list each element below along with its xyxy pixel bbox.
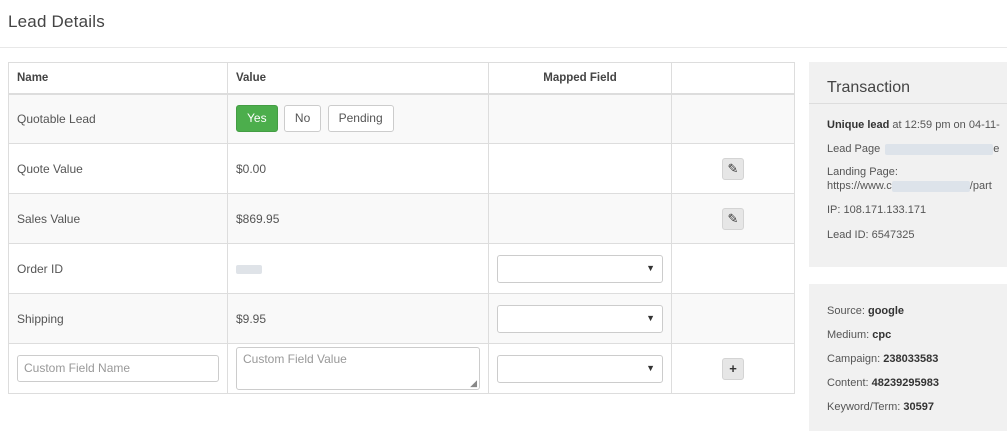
medium-line: Medium: cpc bbox=[827, 328, 1007, 342]
redacted-value bbox=[236, 264, 262, 274]
edit-quote-value-button[interactable]: ✎ bbox=[722, 157, 744, 180]
no-button[interactable]: No bbox=[283, 105, 322, 133]
custom-field-value-textarea[interactable]: Custom Field Value ◢ bbox=[236, 347, 480, 390]
caret-down-icon: ▼ bbox=[646, 262, 655, 273]
lead-page-line: Lead Page e bbox=[827, 142, 1007, 156]
table-row: Shipping $9.95 ▼ bbox=[8, 293, 795, 344]
content-value: 48239295983 bbox=[871, 377, 939, 389]
quotable-lead-options: Yes No Pending bbox=[227, 93, 489, 144]
mapped-field-cell bbox=[488, 93, 672, 144]
landing-page-prefix: https://www.c bbox=[827, 180, 892, 192]
unique-lead-time: at 12:59 pm on 04-11- bbox=[889, 119, 1000, 131]
resize-grip-icon[interactable]: ◢ bbox=[470, 378, 477, 389]
row-label: Shipping bbox=[8, 293, 228, 344]
action-cell: + bbox=[671, 343, 795, 394]
mapped-field-select[interactable]: ▼ bbox=[497, 254, 663, 283]
custom-name-cell: Custom Field Name bbox=[8, 343, 228, 394]
landing-page-tail: /part bbox=[969, 180, 992, 192]
landing-page-line: https://www.c/part bbox=[827, 179, 1007, 193]
pencil-icon: ✎ bbox=[727, 160, 739, 176]
mapped-field-cell: ▼ bbox=[488, 293, 672, 344]
source-value: google bbox=[867, 305, 905, 317]
mapped-field-cell: ▼ bbox=[488, 343, 672, 394]
medium-label: Medium: bbox=[827, 329, 873, 341]
table-header-row: Name Value Mapped Field bbox=[8, 62, 795, 95]
row-label: Quote Value bbox=[8, 143, 228, 194]
campaign-value: 238033583 bbox=[883, 353, 939, 365]
mapped-field-select[interactable]: ▼ bbox=[497, 304, 663, 333]
campaign-line: Campaign: 238033583 bbox=[827, 352, 1007, 366]
row-value-redacted bbox=[227, 243, 489, 294]
action-cell bbox=[671, 93, 795, 144]
plus-icon: + bbox=[729, 360, 737, 376]
transaction-title: Transaction bbox=[809, 62, 1007, 104]
content-line: Content: 48239295983 bbox=[827, 376, 1007, 390]
medium-value: cpc bbox=[872, 329, 892, 341]
table-row: Sales Value $869.95 ✎ bbox=[8, 193, 795, 244]
action-cell bbox=[671, 243, 795, 294]
keyword-value: 30597 bbox=[903, 401, 935, 413]
keyword-line: Keyword/Term: 30597 bbox=[827, 400, 1007, 414]
row-value: $869.95 bbox=[227, 193, 489, 244]
custom-value-cell: Custom Field Value ◢ bbox=[227, 343, 489, 394]
mapped-field-cell: ▼ bbox=[488, 243, 672, 294]
custom-field-name-input[interactable]: Custom Field Name bbox=[17, 355, 219, 382]
ip-address: IP: 108.171.133.171 bbox=[827, 204, 927, 216]
lead-id: Lead ID: 6547325 bbox=[827, 229, 915, 241]
transaction-panel: Transaction Unique lead at 12:59 pm on 0… bbox=[809, 62, 1007, 267]
edit-sales-value-button[interactable]: ✎ bbox=[722, 207, 744, 230]
unique-lead-line: Unique lead at 12:59 pm on 04-11- bbox=[827, 118, 1007, 132]
page-title: Lead Details bbox=[8, 12, 105, 31]
custom-field-value-placeholder: Custom Field Value bbox=[243, 352, 347, 366]
table-row: Quotable Lead Yes No Pending bbox=[8, 93, 795, 144]
action-cell bbox=[671, 293, 795, 344]
mapped-field-cell bbox=[488, 143, 672, 194]
pencil-icon: ✎ bbox=[727, 210, 739, 226]
header-name: Name bbox=[8, 62, 228, 95]
row-label: Sales Value bbox=[8, 193, 228, 244]
header-actions bbox=[671, 62, 795, 95]
source-label: Source: bbox=[827, 305, 868, 317]
row-value: $9.95 bbox=[227, 293, 489, 344]
lead-details-table: Name Value Mapped Field Quotable Lead Ye… bbox=[8, 62, 795, 394]
content-label: Content: bbox=[827, 377, 872, 389]
redacted-url bbox=[885, 143, 994, 155]
action-cell: ✎ bbox=[671, 143, 795, 194]
row-label: Quotable Lead bbox=[8, 93, 228, 144]
unique-lead-label: Unique lead bbox=[827, 119, 890, 131]
caret-down-icon: ▼ bbox=[646, 312, 655, 323]
header-value: Value bbox=[227, 62, 489, 95]
keyword-label: Keyword/Term: bbox=[827, 401, 904, 413]
source-line: Source: google bbox=[827, 304, 1007, 318]
lead-page-label: Lead Page bbox=[827, 143, 881, 155]
redacted-url bbox=[891, 180, 970, 192]
table-row: Order ID ▼ bbox=[8, 243, 795, 294]
title-divider bbox=[0, 47, 1007, 48]
mapped-field-select[interactable]: ▼ bbox=[497, 354, 663, 383]
add-custom-field-button[interactable]: + bbox=[722, 357, 744, 380]
caret-down-icon: ▼ bbox=[646, 362, 655, 373]
header-mapped-field: Mapped Field bbox=[488, 62, 672, 95]
table-row: Quote Value $0.00 ✎ bbox=[8, 143, 795, 194]
row-label: Order ID bbox=[8, 243, 228, 294]
action-cell: ✎ bbox=[671, 193, 795, 244]
table-row-custom: Custom Field Name Custom Field Value ◢ ▼… bbox=[8, 343, 795, 394]
lead-page-tail: e bbox=[993, 143, 1000, 155]
row-value: $0.00 bbox=[227, 143, 489, 194]
mapped-field-cell bbox=[488, 193, 672, 244]
yes-button[interactable]: Yes bbox=[236, 105, 278, 133]
campaign-label: Campaign: bbox=[827, 353, 884, 365]
landing-page-label: Landing Page: bbox=[827, 166, 898, 178]
attribution-panel: Source: google Medium: cpc Campaign: 238… bbox=[809, 284, 1007, 431]
pending-button[interactable]: Pending bbox=[327, 105, 394, 133]
